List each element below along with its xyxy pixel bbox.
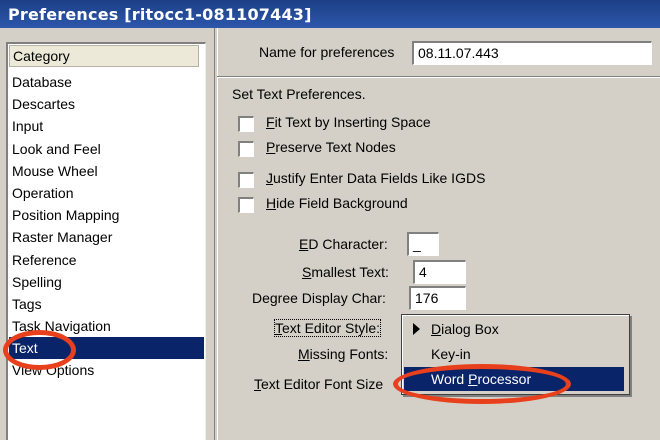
pane-divider (214, 28, 218, 440)
category-item-task-navigation[interactable]: Task Navigation (9, 315, 204, 337)
category-item-text[interactable]: Text (9, 337, 204, 360)
name-for-preferences-input[interactable]: 08.11.07.443 (412, 41, 652, 65)
justify-enter-data-checkbox[interactable] (238, 172, 254, 188)
category-item-look-and-feel[interactable]: Look and Feel (9, 138, 204, 160)
fit-text-checkbox[interactable] (238, 116, 254, 132)
category-item-spelling[interactable]: Spelling (9, 271, 204, 293)
category-item-reference[interactable]: Reference (9, 249, 204, 271)
dropdown-option-word-processor[interactable]: Word Processor (404, 367, 624, 391)
justify-enter-data-label: ustify Enter Data Fields Like IGDS (273, 170, 486, 186)
category-item-raster-manager[interactable]: Raster Manager (9, 226, 204, 248)
category-item-tags[interactable]: Tags (9, 293, 204, 315)
set-text-preferences-heading: Set Text Preferences. (232, 86, 366, 102)
category-item-descartes[interactable]: Descartes (9, 93, 204, 115)
text-editor-style-label: Text Editor Style: (273, 319, 382, 337)
ed-character-input[interactable]: _ (407, 232, 439, 256)
text-editor-font-size-label: Text Editor Font Size (254, 376, 384, 392)
dropdown-option-dialog-box[interactable]: Dialog Box (404, 317, 624, 341)
category-item-mouse-wheel[interactable]: Mouse Wheel (9, 160, 204, 182)
category-item-database[interactable]: Database (9, 71, 204, 93)
window-title: Preferences [ritocc1-081107443] (8, 5, 312, 24)
ed-character-label: ED Character: (299, 236, 388, 252)
category-header: Category (9, 45, 199, 67)
fit-text-label: it Text by Inserting Space (274, 114, 431, 130)
hide-field-background-label: ide Field Background (276, 195, 408, 211)
missing-fonts-label: Missing Fonts: (298, 346, 389, 362)
category-list-panel: Category Database Descartes Input Look a… (6, 42, 206, 440)
degree-display-char-label: Degree Display Char: (252, 290, 386, 306)
smallest-text-label: Smallest Text: (302, 264, 389, 280)
category-item-position-mapping[interactable]: Position Mapping (9, 204, 204, 226)
text-editor-style-dropdown[interactable]: Dialog Box Key-in Word Processor (401, 314, 630, 395)
preserve-text-nodes-checkbox[interactable] (238, 141, 254, 157)
preserve-text-nodes-label: reserve Text Nodes (275, 139, 396, 155)
dropdown-option-key-in[interactable]: Key-in (404, 342, 624, 366)
degree-display-char-input[interactable]: 176 (409, 286, 466, 310)
section-separator (217, 76, 660, 78)
category-item-view-options[interactable]: View Options (9, 359, 204, 381)
preferences-window: Category Database Descartes Input Look a… (0, 28, 660, 440)
category-list: Database Descartes Input Look and Feel M… (9, 71, 204, 382)
name-for-preferences-label: Name for preferences (259, 44, 395, 60)
category-item-input[interactable]: Input (9, 115, 204, 137)
triangle-right-icon (413, 323, 420, 335)
smallest-text-input[interactable]: 4 (413, 260, 466, 284)
hide-field-background-checkbox[interactable] (238, 197, 254, 213)
category-item-operation[interactable]: Operation (9, 182, 204, 204)
title-bar[interactable]: Preferences [ritocc1-081107443] (0, 0, 660, 28)
